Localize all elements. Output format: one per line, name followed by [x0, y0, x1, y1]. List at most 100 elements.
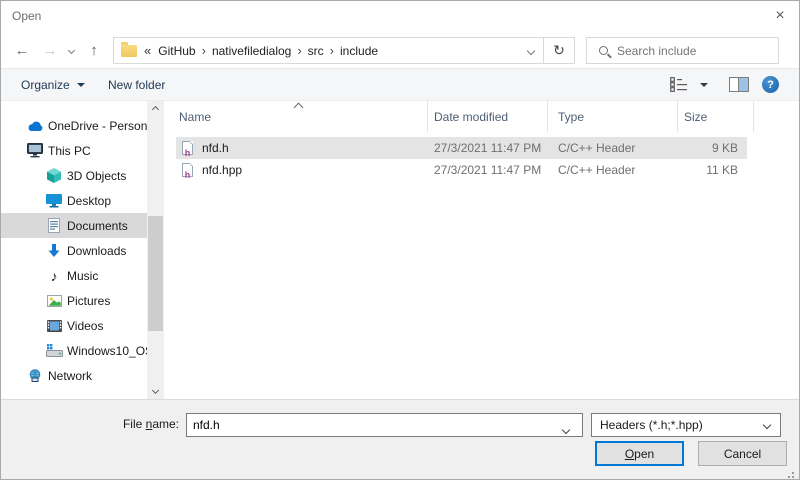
sidebar-item[interactable]: Desktop: [1, 188, 147, 213]
sidebar-item[interactable]: Videos: [1, 313, 147, 338]
view-mode-button[interactable]: [670, 69, 689, 100]
scroll-up-button[interactable]: [147, 101, 164, 118]
sidebar-item-label: Pictures: [67, 294, 110, 308]
new-folder-button[interactable]: New folder: [108, 69, 165, 100]
file-row[interactable]: h nfd.h 27/3/2021 11:47 PM C/C++ Header …: [176, 137, 747, 159]
download-icon: [45, 243, 63, 259]
file-rows: h nfd.h 27/3/2021 11:47 PM C/C++ Header …: [176, 137, 798, 181]
sidebar-item[interactable]: This PC: [1, 138, 147, 163]
file-size: 11 KB: [678, 159, 738, 181]
view-mode-dropdown[interactable]: [700, 69, 708, 100]
video-icon: [45, 318, 63, 334]
sidebar-item-label: OneDrive - Person: [48, 119, 147, 133]
file-type-filter[interactable]: Headers (*.h;*.hpp): [591, 413, 781, 437]
file-list: NameDate modifiedTypeSize h nfd.h 27/3/2…: [176, 101, 798, 399]
search-box: [586, 37, 779, 64]
sidebar-item[interactable]: Downloads: [1, 238, 147, 263]
column-header[interactable]: Date modified: [428, 101, 548, 132]
dialog-footer: File name: Headers (*.h;*.hpp) Open Canc…: [1, 399, 799, 479]
file-date-modified: 27/3/2021 11:47 PM: [434, 159, 541, 181]
up-button[interactable]: ↑: [81, 37, 107, 64]
open-file-dialog: Open × ← → ↑ « GitHub›nativefiledialog›s…: [0, 0, 800, 480]
sidebar-item-label: Downloads: [67, 244, 126, 258]
search-input[interactable]: [617, 44, 778, 58]
sidebar-item[interactable]: Pictures: [1, 288, 147, 313]
sidebar-item-label: 3D Objects: [67, 169, 126, 183]
forward-arrow-icon: →: [43, 42, 58, 59]
sidebar-item-label: Videos: [67, 319, 103, 333]
breadcrumb-item[interactable]: src: [303, 44, 329, 58]
music-icon: ♪: [45, 268, 63, 284]
column-header[interactable]: Type: [548, 101, 678, 132]
sidebar-item[interactable]: 3D Objects: [1, 163, 147, 188]
chevron-down-icon: [700, 83, 708, 87]
sidebar-item-label: Desktop: [67, 194, 111, 208]
scroll-down-button[interactable]: [147, 382, 164, 399]
preview-pane-icon: [729, 77, 749, 92]
file-type: C/C++ Header: [558, 137, 635, 159]
cancel-button[interactable]: Cancel: [698, 441, 787, 466]
back-button[interactable]: ←: [9, 37, 35, 64]
chevron-down-icon: [562, 426, 570, 434]
open-button[interactable]: Open: [595, 441, 684, 466]
file-name-dropdown[interactable]: [563, 422, 569, 436]
breadcrumb: GitHub›nativefiledialog›src›include: [153, 43, 385, 58]
preview-pane-button[interactable]: [729, 69, 749, 100]
address-dropdown-button[interactable]: [519, 38, 543, 63]
forward-button[interactable]: →: [37, 37, 63, 64]
sidebar-item-label: Documents: [67, 219, 128, 233]
chevron-down-icon: [152, 387, 159, 394]
chevron-up-icon: [152, 106, 159, 113]
scrollbar-thumb[interactable]: [148, 216, 163, 331]
sidebar-item-label: Network: [48, 369, 92, 383]
help-icon: ?: [762, 76, 779, 93]
refresh-icon: ↻: [553, 42, 565, 59]
desktop-icon: [45, 193, 63, 209]
back-arrow-icon: ←: [15, 42, 30, 59]
command-toolbar: Organize New folder ?: [1, 69, 799, 101]
file-name-input[interactable]: [186, 413, 583, 437]
details-view-icon: [670, 77, 689, 92]
up-arrow-icon: ↑: [90, 42, 98, 59]
column-headers: NameDate modifiedTypeSize: [176, 101, 798, 132]
column-header[interactable]: Size: [678, 101, 754, 132]
navigation-pane: OneDrive - Person This PC 3D Objects Des…: [1, 101, 147, 399]
sidebar-item[interactable]: ♪ Music: [1, 263, 147, 288]
breadcrumb-item[interactable]: GitHub: [153, 44, 200, 58]
breadcrumb-item[interactable]: include: [335, 44, 383, 58]
sidebar-item[interactable]: OneDrive - Person: [1, 113, 147, 138]
cloud-icon: [26, 118, 44, 134]
chevron-down-icon: [763, 421, 771, 429]
picture-icon: [45, 293, 63, 309]
sidebar-item[interactable]: Network: [1, 363, 147, 388]
breadcrumb-item[interactable]: nativefiledialog: [207, 44, 296, 58]
cube-icon: [45, 168, 63, 184]
recent-locations-button[interactable]: [63, 37, 79, 64]
close-icon: ×: [775, 7, 784, 25]
this-pc-icon: [26, 143, 44, 159]
sidebar-item[interactable]: Windows10_OS (: [1, 338, 147, 363]
sidebar-item[interactable]: Documents: [1, 213, 147, 238]
sidebar-item-label: This PC: [48, 144, 91, 158]
file-size: 9 KB: [678, 137, 738, 159]
refresh-button[interactable]: ↻: [544, 38, 574, 63]
file-name: nfd.hpp: [202, 159, 242, 181]
address-bar[interactable]: « GitHub›nativefiledialog›src›include ↻: [113, 37, 575, 64]
file-name: nfd.h: [202, 137, 229, 159]
folder-icon: [121, 45, 137, 57]
sidebar-item-label: Windows10_OS (: [67, 344, 147, 358]
file-type: C/C++ Header: [558, 159, 635, 181]
file-date-modified: 27/3/2021 11:47 PM: [434, 137, 541, 159]
dialog-title: Open: [12, 9, 41, 23]
file-row[interactable]: h nfd.hpp 27/3/2021 11:47 PM C/C++ Heade…: [176, 159, 747, 181]
chevron-down-icon: [77, 83, 85, 87]
sidebar-scrollbar[interactable]: [147, 101, 164, 399]
help-button[interactable]: ?: [762, 69, 779, 100]
organize-button[interactable]: Organize: [21, 69, 85, 100]
network-icon: [26, 368, 44, 384]
drive-icon: [45, 343, 63, 359]
search-icon: [599, 46, 608, 55]
close-button[interactable]: ×: [767, 5, 793, 27]
breadcrumb-overflow[interactable]: «: [144, 43, 151, 58]
resize-grip[interactable]: [792, 472, 794, 474]
